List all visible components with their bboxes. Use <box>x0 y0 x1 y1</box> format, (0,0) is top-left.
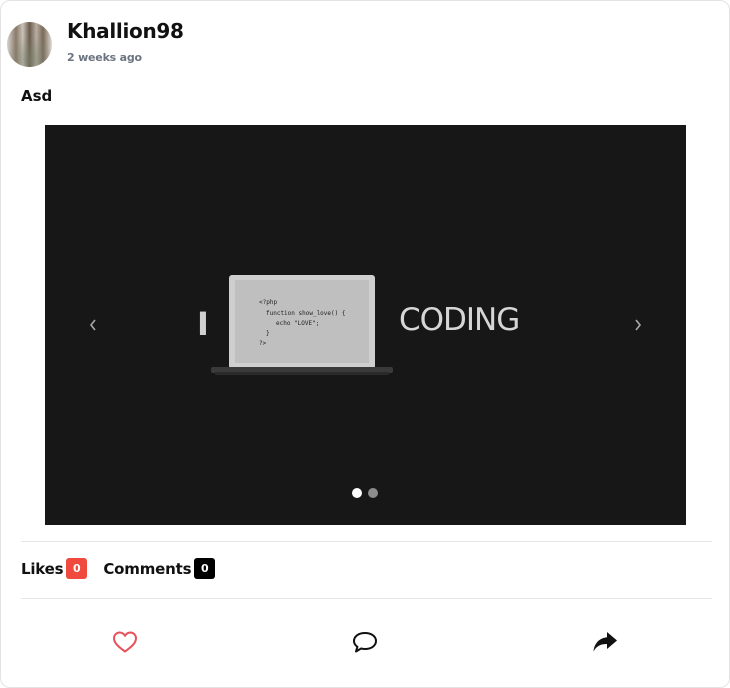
comment-button[interactable] <box>346 623 384 661</box>
code-line: } <box>266 330 270 337</box>
divider <box>21 541 712 542</box>
comments-label: Comments <box>103 559 192 578</box>
code-line: function show_love() { <box>266 310 345 317</box>
likes-label: Likes <box>21 559 64 578</box>
heart-outline-icon <box>113 631 137 653</box>
speech-bubble-icon <box>353 632 377 653</box>
share-button[interactable] <box>586 623 624 661</box>
chevron-left-icon <box>89 319 96 331</box>
comments-stat[interactable]: Comments 0 <box>103 558 216 579</box>
avatar[interactable] <box>7 22 52 67</box>
code-line: echo "LOVE"; <box>276 320 319 327</box>
slide-text-prefix: I <box>197 305 209 343</box>
carousel-dot[interactable] <box>368 488 378 498</box>
post-timestamp: 2 weeks ago <box>67 51 142 64</box>
post-actions <box>1 623 730 661</box>
slide-text-word: CODING <box>399 302 520 338</box>
carousel-dot[interactable] <box>352 488 362 498</box>
author-name[interactable]: Khallion98 <box>67 19 184 43</box>
likes-count-badge: 0 <box>66 558 88 579</box>
chevron-right-icon <box>635 319 642 331</box>
likes-stat[interactable]: Likes 0 <box>21 558 88 579</box>
share-arrow-icon <box>593 632 617 652</box>
carousel-next-button[interactable] <box>624 311 652 339</box>
carousel-indicators <box>352 488 378 498</box>
like-button[interactable] <box>106 623 144 661</box>
code-line: <?php <box>259 299 277 306</box>
carousel-prev-button[interactable] <box>79 311 107 339</box>
laptop-illustration: <?php function show_love() { echo "LOVE"… <box>211 275 393 375</box>
comments-count-badge: 0 <box>194 558 216 579</box>
image-carousel: I <?php function show_love() { echo "LOV… <box>45 125 686 525</box>
divider <box>21 598 712 599</box>
post-card: Khallion98 2 weeks ago Asd I <?php funct… <box>0 0 730 688</box>
post-stats: Likes 0 Comments 0 <box>21 558 231 579</box>
code-line: ?> <box>259 340 267 347</box>
post-text: Asd <box>21 87 53 105</box>
